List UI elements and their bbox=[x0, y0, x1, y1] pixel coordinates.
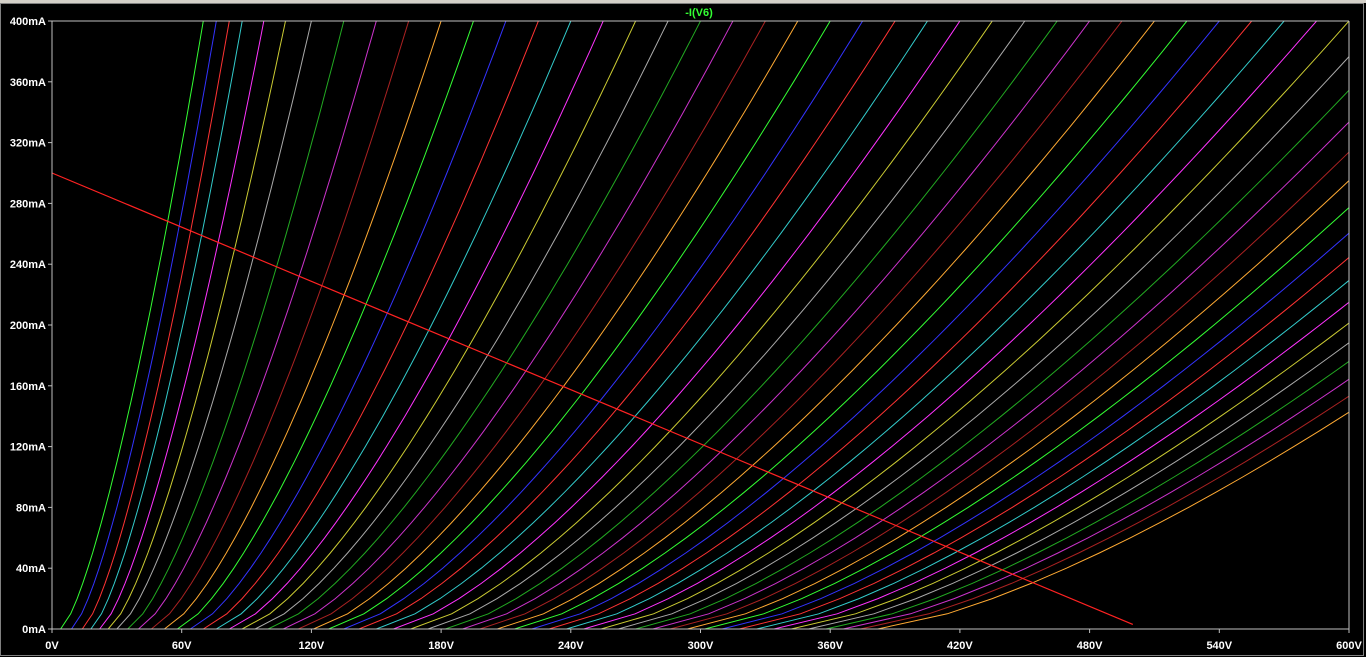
plate-curve-13 bbox=[190, 21, 507, 629]
curve-family bbox=[60, 21, 1349, 629]
plate-curve-42 bbox=[652, 121, 1349, 629]
plate-curve-2 bbox=[71, 21, 217, 629]
axes-group bbox=[48, 20, 1350, 633]
plate-curve-25 bbox=[358, 21, 896, 629]
plate-curve-3 bbox=[81, 21, 230, 629]
y-tick-label-3: 120mA bbox=[10, 442, 46, 454]
plate-curve-44 bbox=[687, 179, 1349, 629]
plate-curve-8 bbox=[127, 21, 345, 629]
y-tick-label-1: 40mA bbox=[16, 563, 46, 575]
y-tick-labels: 0mA 40mA 80mA 120mA 160mA 200mA 240mA 280mA 320m… bbox=[10, 16, 46, 636]
y-tick-label-10: 400mA bbox=[10, 16, 46, 28]
plate-curve-18 bbox=[254, 21, 669, 629]
plate-curve-26 bbox=[376, 21, 928, 629]
x-tick-label-1: 60V bbox=[172, 640, 192, 652]
plate-curve-12 bbox=[177, 21, 474, 629]
chart-title[interactable]: -I(V6) bbox=[685, 7, 713, 19]
plate-curve-22 bbox=[313, 21, 799, 629]
plate-curve-7 bbox=[116, 21, 312, 629]
plate-curve-49 bbox=[773, 301, 1349, 629]
y-tick-label-9: 360mA bbox=[10, 77, 46, 89]
y-tick-label-7: 280mA bbox=[10, 198, 46, 210]
plate-curve-27 bbox=[393, 21, 961, 629]
x-tick-label-4: 240V bbox=[558, 640, 584, 652]
plate-curve-24 bbox=[343, 21, 864, 629]
x-tick-label-3: 180V bbox=[428, 640, 454, 652]
y-tick-label-4: 160mA bbox=[10, 381, 46, 393]
x-tick-label-0: 0V bbox=[45, 640, 59, 652]
plate-curve-17 bbox=[241, 21, 637, 629]
x-tick-label-8: 480V bbox=[1077, 640, 1103, 652]
x-tick-label-6: 360V bbox=[817, 640, 843, 652]
y-tick-label-6: 240mA bbox=[10, 259, 46, 271]
x-tick-label-10: 600V bbox=[1336, 640, 1362, 652]
x-tick-label-5: 300V bbox=[688, 640, 714, 652]
y-tick-label-8: 320mA bbox=[10, 138, 46, 150]
x-tick-label-2: 120V bbox=[299, 640, 325, 652]
plate-curve-28 bbox=[410, 21, 993, 629]
plate-curve-53 bbox=[843, 378, 1349, 629]
plate-curve-48 bbox=[756, 279, 1349, 629]
plate-curve-50 bbox=[791, 322, 1349, 629]
y-tick-label-5: 200mA bbox=[10, 320, 46, 332]
plate-curve-5 bbox=[99, 21, 265, 629]
plate-curve-46 bbox=[721, 232, 1349, 629]
plate-curve-14 bbox=[203, 21, 539, 629]
plate-curve-30 bbox=[445, 21, 1058, 629]
plate-curve-52 bbox=[825, 360, 1349, 629]
plate-curve-9 bbox=[138, 21, 377, 629]
y-tick-label-0: 0mA bbox=[22, 624, 46, 636]
load-line bbox=[51, 172, 1134, 625]
plate-curve-10 bbox=[151, 21, 410, 629]
plate-curve-19 bbox=[267, 21, 701, 629]
plate-curve-chart[interactable]: -I(V6) 0mA 40mA 80mA 120mA 160mA 200mA 240mA 28… bbox=[0, 0, 1366, 657]
plate-curve-33 bbox=[497, 21, 1155, 629]
x-tick-label-7: 420V bbox=[947, 640, 973, 652]
plate-curve-34 bbox=[514, 21, 1188, 629]
x-tick-labels: 0V 60V 120V 180V 240V 300V 360V 420V 480V 540V 600… bbox=[45, 640, 1362, 652]
plate-curve-36 bbox=[549, 21, 1253, 629]
plate-curve-41 bbox=[635, 89, 1349, 629]
plate-curve-32 bbox=[479, 21, 1123, 629]
plate-curve-1 bbox=[60, 21, 204, 629]
plate-curve-38 bbox=[583, 21, 1317, 629]
plate-curve-23 bbox=[328, 21, 831, 629]
plate-curve-40 bbox=[618, 55, 1349, 629]
x-tick-label-9: 540V bbox=[1206, 640, 1232, 652]
y-tick-label-2: 80mA bbox=[16, 502, 46, 514]
plate-curve-11 bbox=[164, 21, 442, 629]
load-line-group bbox=[51, 172, 1134, 625]
